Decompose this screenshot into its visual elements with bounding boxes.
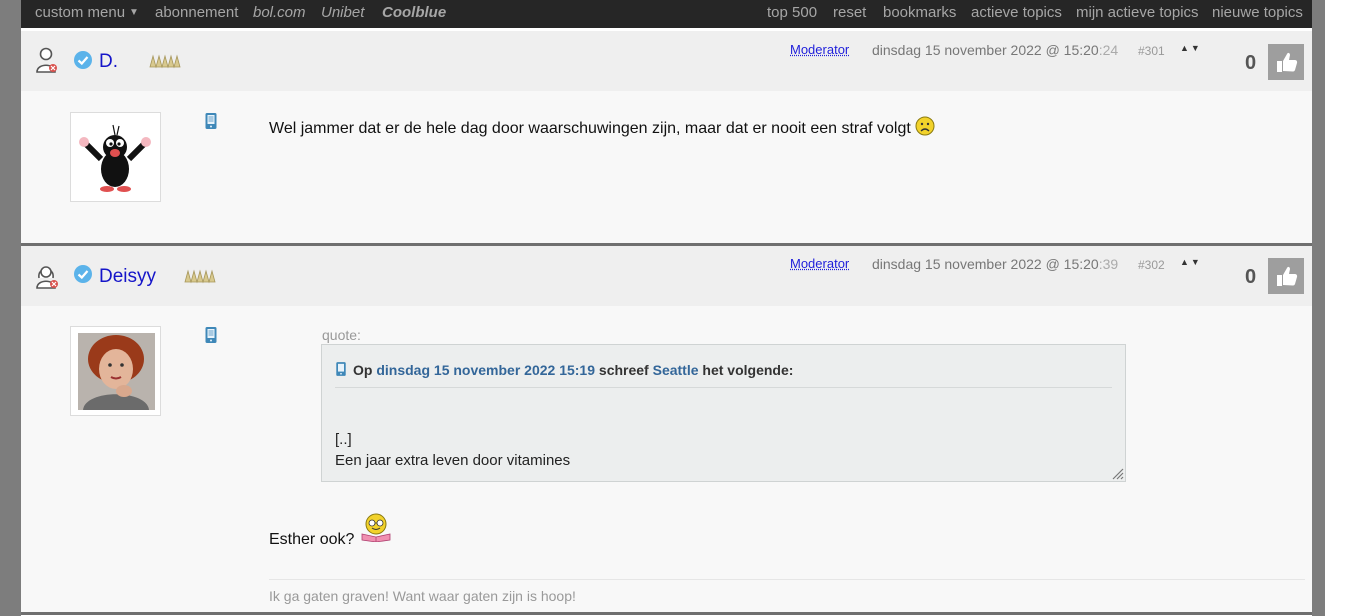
post-author-username[interactable]: D. xyxy=(99,51,118,73)
like-score: 0 xyxy=(1245,266,1257,288)
mobile-device-icon xyxy=(336,362,346,376)
post-timestamp: dinsdag 15 november 2022 @ 15:20:24 xyxy=(872,42,1118,58)
sad-smiley-icon xyxy=(915,116,935,136)
post-message-text: Esther ook? xyxy=(269,531,355,548)
post-message: Esther ook? xyxy=(269,512,393,549)
verified-badge-icon xyxy=(74,51,92,69)
post-message-text: Wel jammer dat er de hele dag door waars… xyxy=(269,120,911,137)
post-seconds: :39 xyxy=(1098,256,1119,272)
nav-link-nieuwe-topics[interactable]: nieuwe topics xyxy=(1212,4,1303,21)
verified-badge-icon xyxy=(74,265,92,283)
post-date: dinsdag 15 november 2022 @ 15:20 xyxy=(872,42,1099,58)
nav-link-abonnement[interactable]: abonnement xyxy=(155,4,238,21)
like-button[interactable] xyxy=(1268,44,1304,80)
nav-link-bolcom[interactable]: bol.com xyxy=(253,4,306,21)
nav-link-reset[interactable]: reset xyxy=(833,4,866,21)
quote-body: [..] Een jaar extra leven door vitamines xyxy=(335,429,570,471)
page-frame-left xyxy=(0,0,8,616)
nav-link-top-500[interactable]: top 500 xyxy=(767,4,817,21)
quote-header: Op dinsdag 15 november 2022 15:19 schree… xyxy=(335,361,793,378)
jump-arrows-icon[interactable]: ▲▼ xyxy=(1180,43,1202,53)
post-302: Deisyy Moderator dinsdag 15 november 202… xyxy=(21,246,1312,612)
thumbs-up-icon xyxy=(1277,52,1298,72)
post-301: D. Moderator dinsdag 15 november 2022 @ … xyxy=(21,31,1312,243)
like-score: 0 xyxy=(1245,52,1257,74)
quote-middle: schreef xyxy=(598,362,649,378)
post-number-link[interactable]: #302 xyxy=(1138,258,1165,272)
user-avatar[interactable] xyxy=(70,112,161,202)
quote-author-link[interactable]: Seattle xyxy=(653,362,699,378)
rank-stars-icon xyxy=(149,54,181,69)
post-date: dinsdag 15 november 2022 @ 15:20 xyxy=(872,256,1099,272)
user-offline-icon xyxy=(36,47,57,73)
quote-block: Op dinsdag 15 november 2022 15:19 schree… xyxy=(321,344,1126,482)
nav-link-actieve-topics[interactable]: actieve topics xyxy=(971,4,1062,21)
quote-line: [..] xyxy=(335,431,352,448)
page-frame-left-inner xyxy=(8,0,21,616)
post-seconds: :24 xyxy=(1098,42,1119,58)
top-navigation-bar: custom menu ▼ abonnement bol.com Unibet C… xyxy=(21,0,1312,28)
quote-divider xyxy=(335,387,1112,388)
quote-label: quote: xyxy=(322,327,361,343)
nav-link-bookmarks[interactable]: bookmarks xyxy=(883,4,956,21)
quote-line: Een jaar extra leven door vitamines xyxy=(335,452,571,469)
post-header xyxy=(21,31,1312,91)
portrait-avatar-image xyxy=(78,333,155,410)
quote-suffix: het volgende: xyxy=(702,362,794,378)
page-frame-right xyxy=(1312,0,1325,616)
rank-stars-icon xyxy=(184,269,216,284)
resize-handle-icon[interactable] xyxy=(1110,466,1124,480)
user-signature: Ik ga gaten graven! Want waar gaten zijn… xyxy=(269,588,576,604)
jump-arrows-icon[interactable]: ▲▼ xyxy=(1180,257,1202,267)
custom-menu-label: custom menu xyxy=(35,4,126,21)
quote-prefix: Op xyxy=(353,362,373,378)
mobile-device-icon xyxy=(205,327,217,343)
post-message: Wel jammer dat er de hele dag door waars… xyxy=(269,116,935,138)
chevron-down-icon: ▼ xyxy=(129,7,139,18)
nav-link-coolblue[interactable]: Coolblue xyxy=(382,4,446,21)
author-role-link[interactable]: Moderator xyxy=(790,256,849,271)
thumbs-up-icon xyxy=(1277,266,1298,286)
custom-menu-dropdown[interactable]: custom menu ▼ xyxy=(35,4,139,21)
post-number-link[interactable]: #301 xyxy=(1138,44,1165,58)
nav-link-unibet[interactable]: Unibet xyxy=(321,4,364,21)
post-separator xyxy=(21,612,1312,615)
mole-avatar-image xyxy=(79,124,151,192)
user-offline-female-icon xyxy=(36,266,58,289)
user-avatar[interactable] xyxy=(70,326,161,416)
nav-link-mijn-actieve-topics[interactable]: mijn actieve topics xyxy=(1076,4,1199,21)
author-role-link[interactable]: Moderator xyxy=(790,42,849,57)
post-timestamp: dinsdag 15 november 2022 @ 15:20:39 xyxy=(872,256,1118,272)
like-button[interactable] xyxy=(1268,258,1304,294)
quote-date-link[interactable]: dinsdag 15 november 2022 15:19 xyxy=(376,362,595,378)
post-author-username[interactable]: Deisyy xyxy=(99,266,156,288)
mobile-device-icon xyxy=(205,113,217,129)
reading-smiley-icon xyxy=(361,513,391,542)
signature-divider xyxy=(269,579,1305,580)
